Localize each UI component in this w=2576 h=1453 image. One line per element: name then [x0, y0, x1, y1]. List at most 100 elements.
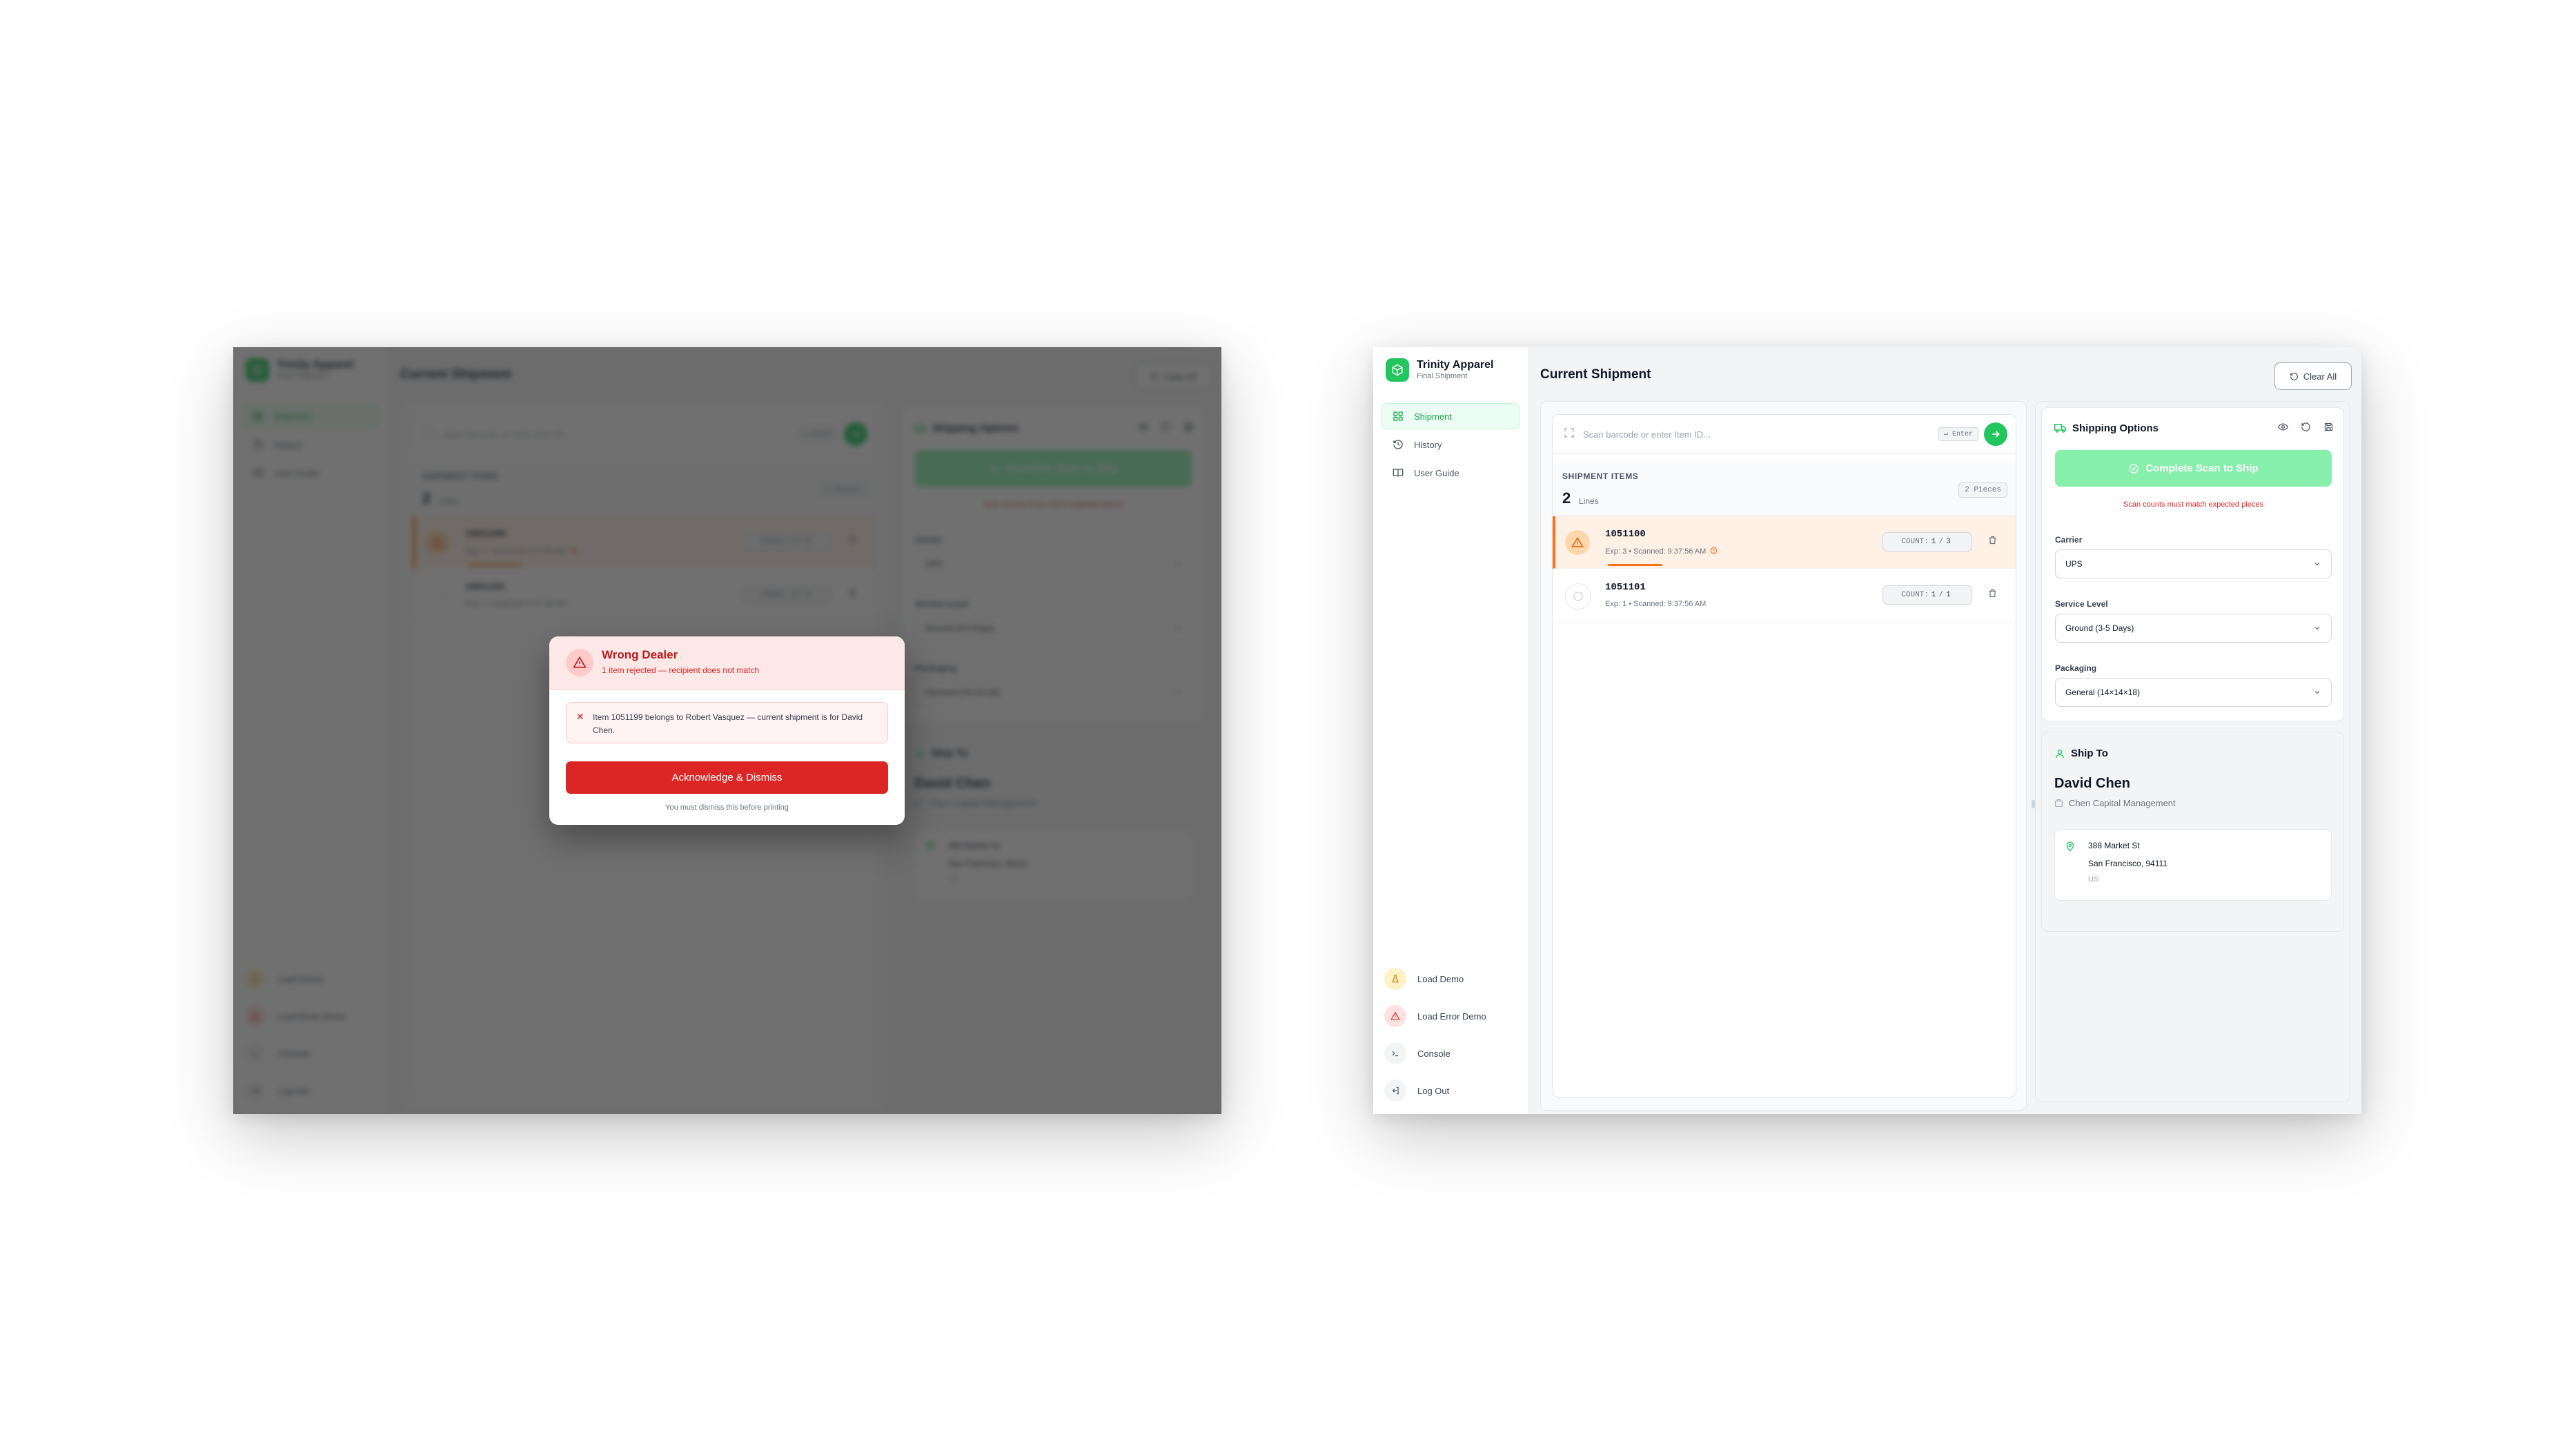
clear-all-button[interactable]: Clear All	[2274, 362, 2352, 390]
close-icon: ✕	[576, 711, 584, 722]
log-out-button[interactable]: Log Out	[1384, 1072, 1522, 1109]
scan-bar: Scan barcode or enter Item ID... ↵ Enter	[1553, 415, 2016, 454]
scan-count-error: Scan counts must match expected pieces	[2123, 500, 2263, 509]
address-card: 388 Market St San Francisco, 94111 US	[2054, 829, 2332, 901]
clear-all-label: Clear All	[2303, 371, 2337, 382]
side-panel: Shipping Options Complete Scan to Ship S…	[2035, 401, 2350, 1102]
address-line2: San Francisco, 94111	[2088, 859, 2167, 868]
modal-subtitle: 1 item rejected — recipient does not mat…	[602, 665, 760, 675]
sidebar-item-user-guide[interactable]: User Guide	[1382, 460, 1520, 486]
load-error-demo-button[interactable]: Load Error Demo	[1384, 997, 1522, 1035]
item-meta: Exp: 1 • Scanned: 9:37:56 AM	[1605, 600, 1707, 608]
truck-icon	[2054, 424, 2067, 433]
load-demo-button[interactable]: Load Demo	[1384, 960, 1522, 997]
shipment-panel: Scan barcode or enter Item ID... ↵ Enter…	[1540, 401, 2027, 1111]
lines-count: 2	[1562, 489, 1571, 507]
service-level-label: Service Level	[2055, 599, 2108, 609]
count-pill: COUNT:1/1	[1882, 585, 1972, 605]
sidebar-item-shipment[interactable]: Shipment	[1382, 403, 1520, 429]
sidebar-item-label: User Guide	[1414, 467, 1459, 478]
user-icon	[2056, 749, 2064, 758]
brand-name: Trinity Apparel	[1417, 359, 1494, 371]
table-row[interactable]: 1051101 Exp: 1 • Scanned: 9:37:56 AM COU…	[1553, 569, 2016, 623]
pieces-badge: 2 Pieces	[1958, 482, 2007, 498]
complete-scan-button[interactable]: Complete Scan to Ship	[2055, 450, 2332, 487]
item-id: 1051101	[1605, 582, 1646, 593]
brand-subtitle: Final Shipment	[1417, 372, 1468, 380]
sidebar-footer: Load Demo Load Error Demo Console Log Ou…	[1384, 960, 1522, 1109]
item-id: 1051100	[1605, 529, 1646, 540]
lines-label: Lines	[1579, 496, 1599, 506]
address-country: US	[2088, 875, 2099, 884]
item-meta: Exp: 3 • Scanned: 9:37:56 AM	[1605, 547, 1718, 556]
trash-icon[interactable]	[1987, 588, 1998, 602]
modal-title: Wrong Dealer	[602, 648, 678, 661]
modal-message-box: ✕ Item 1051199 belongs to Robert Vasquez…	[566, 702, 888, 743]
packaging-select[interactable]: General (14×14×18)	[2055, 678, 2332, 707]
alert-triangle-icon	[1384, 1005, 1406, 1027]
sidebar-item-label: Shipment	[1414, 411, 1452, 422]
table-row[interactable]: 1051100 Exp: 3 • Scanned: 9:37:56 AM COU…	[1553, 516, 2016, 569]
recipient-name: David Chen	[2054, 776, 2131, 791]
alert-triangle-icon	[1565, 530, 1590, 555]
service-level-select[interactable]: Ground (3-5 Days)	[2055, 614, 2332, 643]
terminal-icon	[1384, 1042, 1406, 1064]
scan-icon	[1564, 427, 1575, 442]
carrier-label: Carrier	[2055, 535, 2083, 545]
clock-icon	[1711, 547, 1718, 554]
wrong-dealer-modal: Wrong Dealer 1 item rejected — recipient…	[549, 636, 905, 825]
screen-with-error-modal: Trinity Apparel Final Shipment Shipment …	[233, 347, 1221, 1114]
sidebar-item-history[interactable]: History	[1382, 431, 1520, 458]
address-line1: 388 Market St	[2088, 841, 2140, 850]
count-pill: COUNT:1/3	[1882, 532, 1972, 552]
ship-to-card: Ship To David Chen Chen Capital Manageme…	[2041, 732, 2344, 932]
shipping-options-title: Shipping Options	[2054, 422, 2159, 434]
carrier-select[interactable]: UPS	[2055, 549, 2332, 578]
scan-input[interactable]: Scan barcode or enter Item ID...	[1583, 429, 1938, 440]
submit-scan-button[interactable]	[1984, 422, 2007, 446]
grid-icon	[1392, 410, 1404, 422]
shipping-options-card: Shipping Options Complete Scan to Ship S…	[2041, 407, 2344, 721]
modal-hint: You must dismiss this before printing	[665, 803, 789, 812]
flask-icon	[1384, 968, 1406, 990]
save-icon[interactable]	[2323, 422, 2334, 436]
chevron-down-icon	[2314, 691, 2320, 694]
check-circle-icon	[1565, 583, 1591, 610]
main-nav: Shipment History User Guide	[1382, 403, 1520, 488]
check-circle-icon	[2129, 463, 2139, 474]
sidebar-item-label: History	[1414, 439, 1442, 450]
console-button[interactable]: Console	[1384, 1035, 1522, 1072]
ship-to-title: Ship To	[2054, 748, 2108, 759]
items-header: SHIPMENT ITEMS 2 Lines 2 Pieces	[1553, 463, 2016, 516]
items-heading: SHIPMENT ITEMS	[1562, 471, 1639, 481]
enter-hint: ↵ Enter	[1938, 427, 1978, 441]
brand: Trinity Apparel Final Shipment	[1386, 358, 1493, 382]
book-icon	[1392, 467, 1404, 479]
console-label: Console	[1417, 1048, 1451, 1059]
packaging-label: Packaging	[2055, 663, 2097, 673]
chevron-down-icon	[2314, 563, 2320, 566]
alert-triangle-icon	[566, 649, 593, 676]
trash-icon[interactable]	[1987, 535, 1998, 549]
sidebar: Trinity Apparel Final Shipment Shipment …	[1373, 347, 1529, 1114]
map-pin-icon	[2065, 841, 2076, 855]
acknowledge-dismiss-button[interactable]: Acknowledge & Dismiss	[566, 761, 888, 794]
page-title: Current Shipment	[1540, 367, 1651, 382]
shipping-options-actions	[2265, 422, 2334, 436]
load-demo-label: Load Demo	[1417, 973, 1464, 984]
chevron-down-icon	[2314, 627, 2320, 630]
recipient-company: Chen Capital Management	[2054, 798, 2176, 808]
refresh-icon	[2290, 372, 2298, 380]
logout-icon	[1384, 1080, 1406, 1102]
arrow-right-icon	[1992, 431, 2000, 438]
modal-header: Wrong Dealer 1 item rejected — recipient…	[549, 636, 905, 690]
item-progress-bar	[1608, 564, 1662, 566]
screen-shipment: Trinity Apparel Final Shipment Shipment …	[1373, 347, 2361, 1114]
box-icon	[1386, 358, 1409, 382]
log-out-label: Log Out	[1417, 1085, 1450, 1096]
building-icon	[2055, 799, 2063, 807]
eye-icon[interactable]	[2277, 422, 2289, 436]
modal-message: Item 1051199 belongs to Robert Vasquez —…	[593, 712, 863, 735]
refresh-icon[interactable]	[2301, 422, 2311, 436]
load-error-demo-label: Load Error Demo	[1417, 1011, 1486, 1022]
